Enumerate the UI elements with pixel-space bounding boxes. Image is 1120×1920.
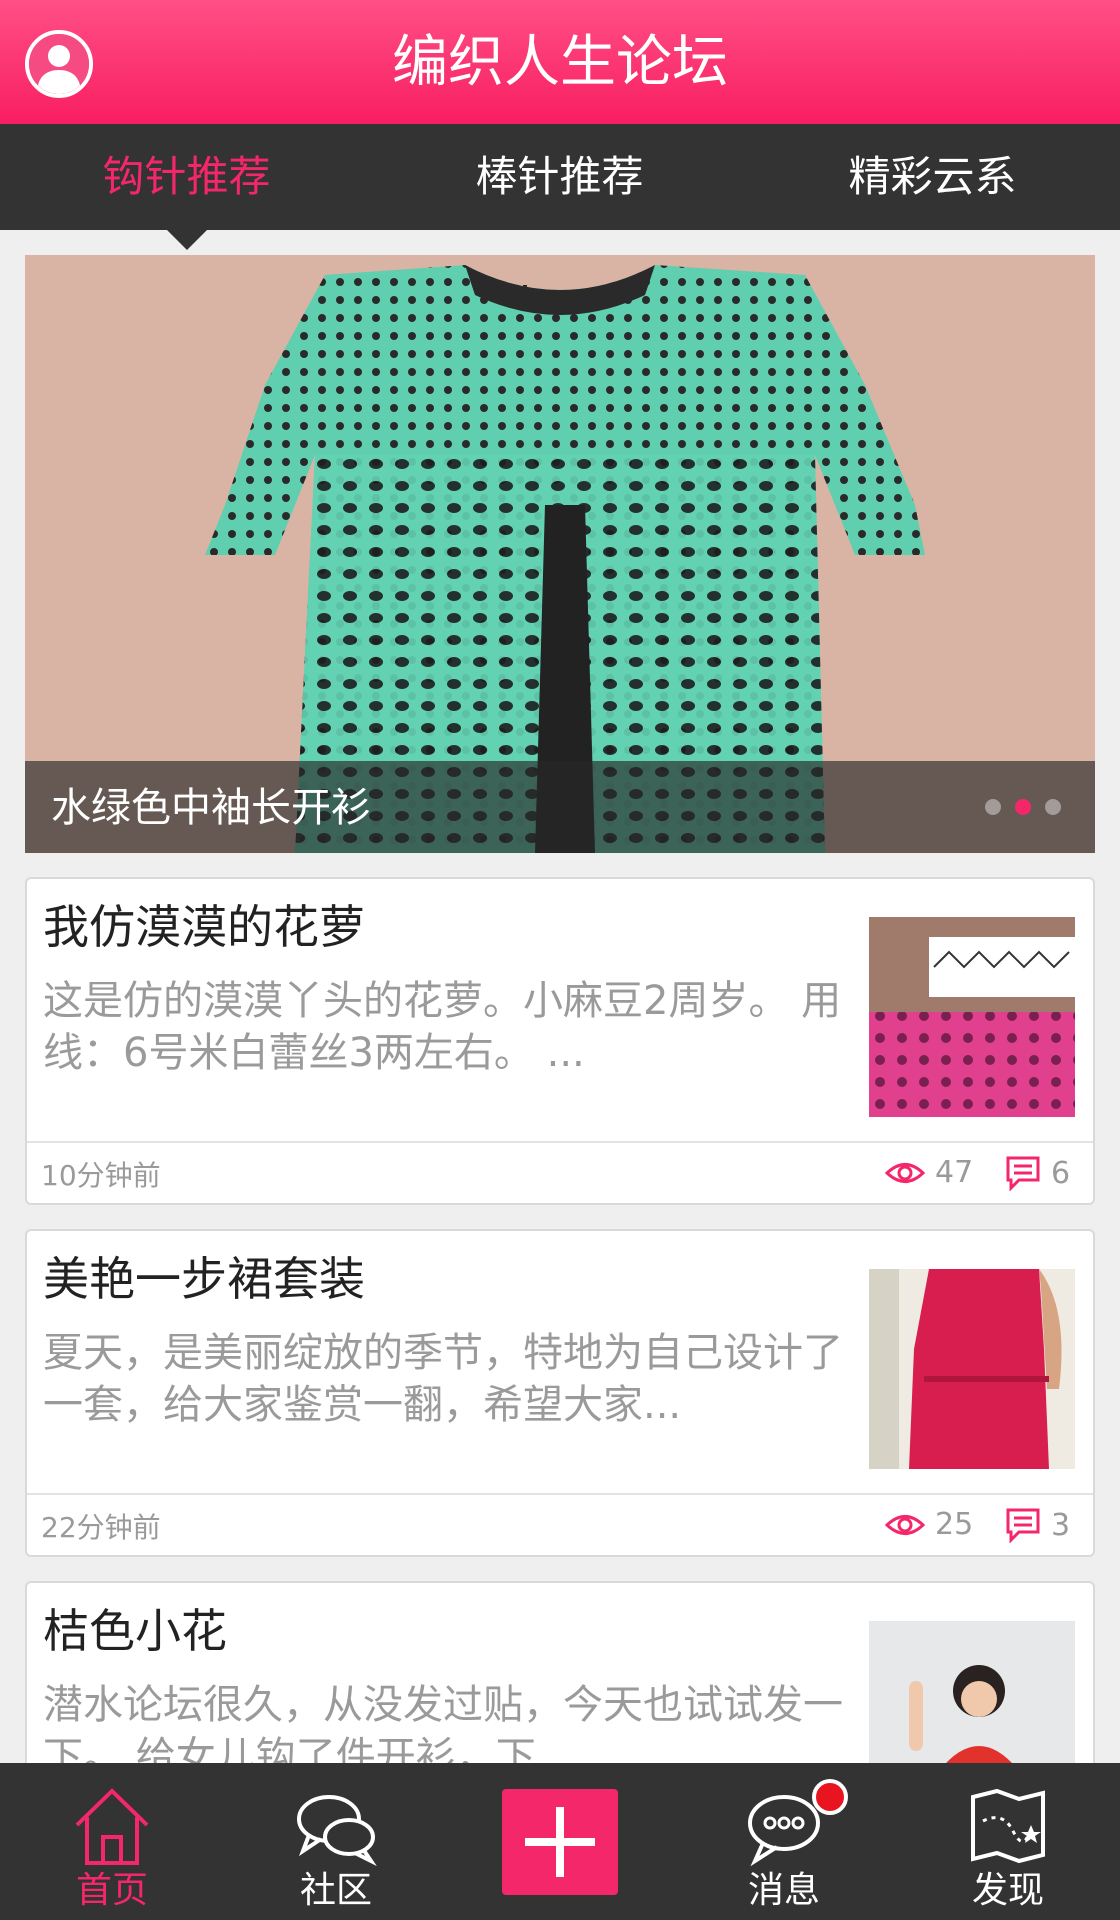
- carousel-dot[interactable]: [1045, 799, 1061, 815]
- unread-badge: [812, 1779, 848, 1815]
- post-title: 我仿漠漠的花萝: [43, 900, 365, 954]
- carousel-dot-active[interactable]: [1015, 799, 1031, 815]
- chat-bubbles-icon: [297, 1795, 377, 1867]
- post-title: 桔色小花: [43, 1604, 227, 1658]
- map-icon: [971, 1788, 1045, 1864]
- view-count: 47: [885, 1155, 973, 1190]
- nav-community[interactable]: 社区: [224, 1763, 448, 1920]
- view-count-value: 25: [935, 1507, 974, 1542]
- post-card[interactable]: 我仿漠漠的花萝 这是仿的漠漠丫头的花萝。小麻豆2周岁。 用线：6号米白蕾丝3两左…: [25, 877, 1095, 1205]
- eye-icon: [885, 1162, 925, 1183]
- post-summary: 夏天，是美丽绽放的季节，特地为自己设计了一套，给大家鉴赏一翻，希望大家...: [43, 1330, 843, 1428]
- carousel-dots: [985, 799, 1061, 815]
- page-title: 编织人生论坛: [392, 30, 728, 95]
- banner-caption: 水绿色中袖长开衫: [51, 785, 371, 831]
- post-thumbnail: [869, 1269, 1075, 1469]
- create-post-button[interactable]: [502, 1789, 618, 1895]
- active-tab-indicator: [167, 230, 207, 250]
- nav-label: 消息: [747, 1870, 820, 1911]
- category-tabs: 钩针推荐 棒针推荐 精彩云系: [0, 124, 1120, 230]
- comment-count-value: 3: [1051, 1507, 1071, 1543]
- nav-home[interactable]: 首页: [0, 1763, 224, 1920]
- post-title: 美艳一步裙套装: [43, 1252, 365, 1306]
- banner-caption-bar: 水绿色中袖长开衫: [25, 761, 1095, 853]
- featured-banner[interactable]: 水绿色中袖长开衫: [25, 255, 1095, 853]
- nav-label: 首页: [75, 1870, 148, 1911]
- post-card[interactable]: 美艳一步裙套装 夏天，是美丽绽放的季节，特地为自己设计了一套，给大家鉴赏一翻，希…: [25, 1229, 1095, 1557]
- nav-label: 社区: [299, 1870, 372, 1911]
- carousel-dot[interactable]: [985, 799, 1001, 815]
- app-header: 编织人生论坛: [0, 0, 1120, 124]
- view-count: 25: [885, 1507, 973, 1542]
- tab-highlights[interactable]: 精彩云系: [746, 124, 1119, 230]
- eye-icon: [885, 1514, 925, 1535]
- nav-messages[interactable]: 消息: [672, 1763, 896, 1920]
- tab-knitting[interactable]: 棒针推荐: [373, 124, 746, 230]
- comment-count: 6: [1005, 1155, 1070, 1191]
- tab-crochet[interactable]: 钩针推荐: [0, 124, 373, 230]
- post-time: 22分钟前: [41, 1511, 161, 1544]
- post-time: 10分钟前: [41, 1159, 161, 1192]
- comment-count: 3: [1005, 1507, 1070, 1543]
- view-count-value: 47: [935, 1155, 974, 1190]
- nav-discover[interactable]: 发现: [896, 1763, 1120, 1920]
- post-footer: 22分钟前 25 3: [27, 1493, 1093, 1555]
- bottom-navigation: 首页 社区 消息 发现: [0, 1763, 1120, 1920]
- comment-icon: [1006, 1156, 1040, 1191]
- nav-label: 发现: [971, 1870, 1044, 1911]
- post-footer: 10分钟前 47 6: [27, 1141, 1093, 1203]
- plus-icon: [525, 1807, 595, 1877]
- post-summary: 这是仿的漠漠丫头的花萝。小麻豆2周岁。 用线：6号米白蕾丝3两左右。 ...: [43, 978, 842, 1076]
- comment-icon: [1006, 1508, 1040, 1543]
- post-thumbnail: [869, 917, 1075, 1117]
- home-icon: [75, 1788, 149, 1865]
- comment-count-value: 6: [1051, 1155, 1071, 1191]
